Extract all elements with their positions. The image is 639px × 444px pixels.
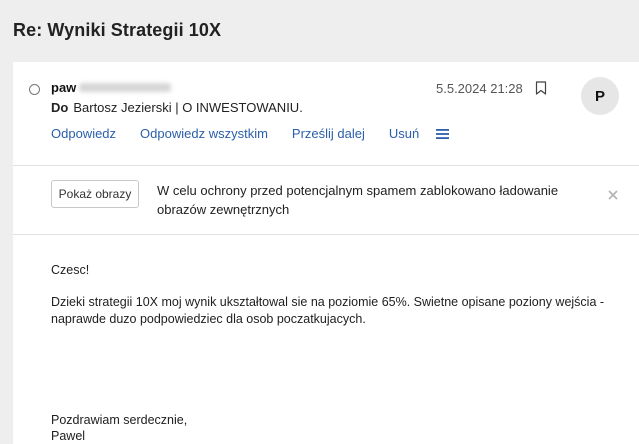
message-actions: Odpowiedz Odpowiedz wszystkim Prześlij d… [51,126,450,141]
header-divider [13,165,639,166]
hamburger-menu-icon[interactable] [436,128,450,140]
body-paragraph: Dzieki strategii 10X moj wynik ukształto… [51,295,605,326]
blocked-images-notice: W celu ochrony przed potencjalnym spamem… [157,183,559,217]
delete-button[interactable]: Usuń [389,126,419,141]
reply-all-button[interactable]: Odpowiedz wszystkim [140,126,268,141]
close-icon[interactable] [608,190,618,200]
select-radio-icon[interactable] [29,84,40,95]
sender-avatar[interactable]: P [581,77,619,115]
body-closing: Pozdrawiam serdecznie, [51,413,188,427]
reply-button[interactable]: Odpowiedz [51,126,116,141]
sender-name: paw [51,80,77,95]
body-signature: Pawel [51,429,86,443]
body-greeting: Czesc! [51,263,90,277]
show-images-button[interactable]: Pokaż obrazy [51,180,139,208]
recipient-name: Bartosz Jezierski | O INWESTOWANIU. [73,100,303,115]
recipient-line: Do Bartosz Jezierski | O INWESTOWANIU. [51,100,303,115]
message-date: 5.5.2024 21:28 [436,81,523,96]
bookmark-icon[interactable] [535,81,547,95]
sender-email-redacted [79,83,172,92]
email-message-card: paw Do Bartosz Jezierski | O INWESTOWANIU… [13,62,639,444]
forward-button[interactable]: Prześlij dalej [292,126,365,141]
body-signature-block: Pozdrawiam serdecznie, Pawel [51,412,187,444]
email-subject: Re: Wyniki Strategii 10X [13,20,222,40]
notice-divider [13,234,639,235]
sender-address: paw [51,80,172,95]
to-label: Do [51,100,69,115]
